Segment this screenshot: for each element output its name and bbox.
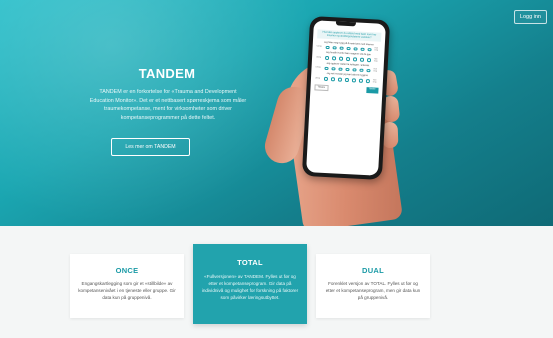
login-button[interactable]: Logg inn — [513, 10, 547, 24]
card-description: Forenklet versjon av TOTAL. Fylles ut fø… — [325, 281, 421, 300]
card-title: TOTAL — [237, 258, 263, 267]
radio-option[interactable] — [367, 47, 372, 52]
survey-nav: Tilbake Neste — [314, 84, 379, 94]
scale-high-label: Helt enig — [373, 58, 378, 63]
scale-low-label: Uenig — [316, 45, 322, 48]
card-title: DUAL — [361, 266, 385, 275]
radio-option[interactable] — [339, 46, 344, 50]
radio-option[interactable] — [353, 57, 357, 62]
radio-option[interactable] — [366, 68, 371, 73]
radio-option[interactable] — [331, 66, 336, 71]
radio-option[interactable] — [346, 46, 351, 51]
radio-option[interactable] — [353, 46, 358, 51]
radio-option[interactable] — [325, 45, 330, 50]
survey-question: Jeg forstår hvorfor barn reagerer slik d… — [316, 52, 380, 63]
scale-low-label: Uenig — [314, 77, 320, 80]
card-total[interactable]: TOTAL «Fullversjonen» av TANDEM. Fylles … — [193, 244, 307, 324]
radio-option[interactable] — [339, 56, 343, 61]
survey-intro: Hvordan opplever du arbeid med barn som … — [317, 29, 382, 42]
card-dual[interactable]: DUAL Forenklet versjon av TOTAL. Fylles … — [316, 254, 430, 318]
hero-description: TANDEM er en forkortelse for «Trauma and… — [89, 89, 247, 121]
radio-option[interactable] — [324, 76, 329, 81]
scale-high-label: Helt enig — [372, 79, 377, 84]
back-button[interactable]: Tilbake — [314, 84, 329, 91]
radio-option[interactable] — [331, 77, 335, 81]
radio-option[interactable] — [346, 56, 350, 61]
survey-question: Jeg vet hvordan jeg kan bidra til tryggh… — [315, 73, 379, 84]
hero-title: TANDEM — [138, 66, 196, 81]
radio-option[interactable] — [359, 57, 364, 62]
radio-option[interactable] — [365, 79, 370, 83]
radio-option[interactable] — [325, 55, 330, 60]
card-once[interactable]: ONCE Engangskartlegging som gir et «stil… — [70, 254, 184, 318]
radio-option[interactable] — [332, 45, 337, 50]
radio-option[interactable] — [366, 58, 371, 62]
radio-option[interactable] — [338, 77, 342, 82]
survey-question: Jeg opplever støtte fra kollegaer i arbe… — [315, 62, 379, 73]
radio-option[interactable] — [360, 47, 365, 51]
phone-mockup: Hvordan opplever du arbeid med barn som … — [301, 16, 391, 180]
product-cards-section: ONCE Engangskartlegging som gir et «stil… — [0, 226, 553, 338]
card-description: Engangskartlegging som gir et «stillbild… — [78, 281, 176, 300]
scale-low-label: Uenig — [315, 66, 321, 69]
card-description: «Fullversjonen» av TANDEM. Fylles ut før… — [201, 274, 299, 300]
radio-option[interactable] — [358, 78, 363, 83]
radio-option[interactable] — [351, 78, 356, 83]
radio-option[interactable] — [359, 68, 364, 72]
card-title: ONCE — [115, 266, 139, 275]
radio-option[interactable] — [345, 67, 350, 72]
scale-high-label: Helt enig — [373, 68, 377, 73]
radio-option[interactable] — [324, 66, 329, 71]
scale-high-label: Helt enig — [374, 47, 379, 52]
phone-screen: Hvordan opplever du arbeid med barn som … — [306, 20, 386, 176]
radio-option[interactable] — [332, 56, 337, 61]
survey-question: Jeg føler meg trygg på å møte barn med t… — [317, 41, 381, 52]
radio-option[interactable] — [345, 77, 349, 82]
read-more-button[interactable]: Les mer om TANDEM — [111, 138, 190, 156]
radio-option[interactable] — [338, 67, 343, 71]
hero-section: Logg inn TANDEM TANDEM er en forkortelse… — [0, 0, 553, 226]
scale-low-label: Uenig — [316, 56, 322, 59]
next-button[interactable]: Neste — [366, 86, 379, 94]
radio-option[interactable] — [352, 67, 357, 72]
